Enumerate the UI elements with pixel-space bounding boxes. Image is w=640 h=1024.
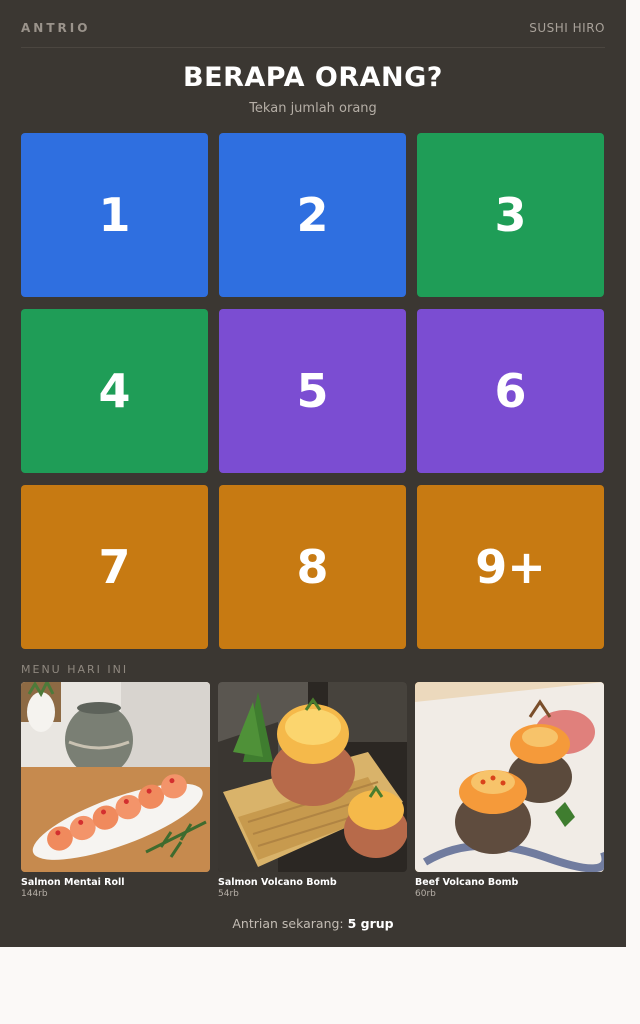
party-size-2-button[interactable]: 2 — [219, 133, 406, 297]
menu-section-label: MENU HARI INI — [21, 663, 129, 676]
party-size-5-button[interactable]: 5 — [219, 309, 406, 473]
party-size-grid: 1 2 3 4 5 6 7 8 9+ — [21, 133, 604, 649]
party-size-8-button[interactable]: 8 — [219, 485, 406, 649]
dish-price: 144rb — [21, 889, 48, 899]
menu-card-salmon-mentai-roll: Salmon Mentai Roll 144rb — [21, 682, 210, 899]
dish-name: Beef Volcano Bomb — [415, 877, 519, 888]
kiosk-screen: ANTRIO SUSHI HIRO BERAPA ORANG? Tekan ju… — [0, 0, 626, 947]
party-size-9-plus-button[interactable]: 9+ — [417, 485, 604, 649]
dish-name: Salmon Mentai Roll — [21, 877, 125, 888]
menu-card-beef-volcano-bomb: Beef Volcano Bomb 60rb — [415, 682, 604, 899]
menu-card-salmon-volcano-bomb: Salmon Volcano Bomb 54rb — [218, 682, 407, 899]
brand-logo: ANTRIO — [21, 21, 91, 35]
party-size-3-button[interactable]: 3 — [417, 133, 604, 297]
dish-photo-beef-volcano-bomb — [415, 682, 604, 872]
party-size-4-button[interactable]: 4 — [21, 309, 208, 473]
page-title: BERAPA ORANG? — [183, 62, 443, 93]
dish-photo-salmon-volcano-bomb — [218, 682, 407, 872]
menu-list: Salmon Mentai Roll 144rb Salmon Volcano … — [21, 682, 604, 899]
store-name: SUSHI HIRO — [529, 21, 605, 35]
dish-photo-salmon-mentai-roll — [21, 682, 210, 872]
queue-label: Antrian sekarang: — [232, 916, 344, 931]
page-subtitle: Tekan jumlah orang — [249, 101, 377, 116]
dish-price: 60rb — [415, 889, 436, 899]
top-bar: ANTRIO SUSHI HIRO — [21, 0, 605, 48]
party-size-6-button[interactable]: 6 — [417, 309, 604, 473]
party-size-1-button[interactable]: 1 — [21, 133, 208, 297]
dish-name: Salmon Volcano Bomb — [218, 877, 337, 888]
dish-price: 54rb — [218, 889, 239, 899]
queue-status: Antrian sekarang: 5 grup — [0, 916, 626, 931]
queue-count: 5 grup — [347, 916, 394, 931]
party-size-7-button[interactable]: 7 — [21, 485, 208, 649]
